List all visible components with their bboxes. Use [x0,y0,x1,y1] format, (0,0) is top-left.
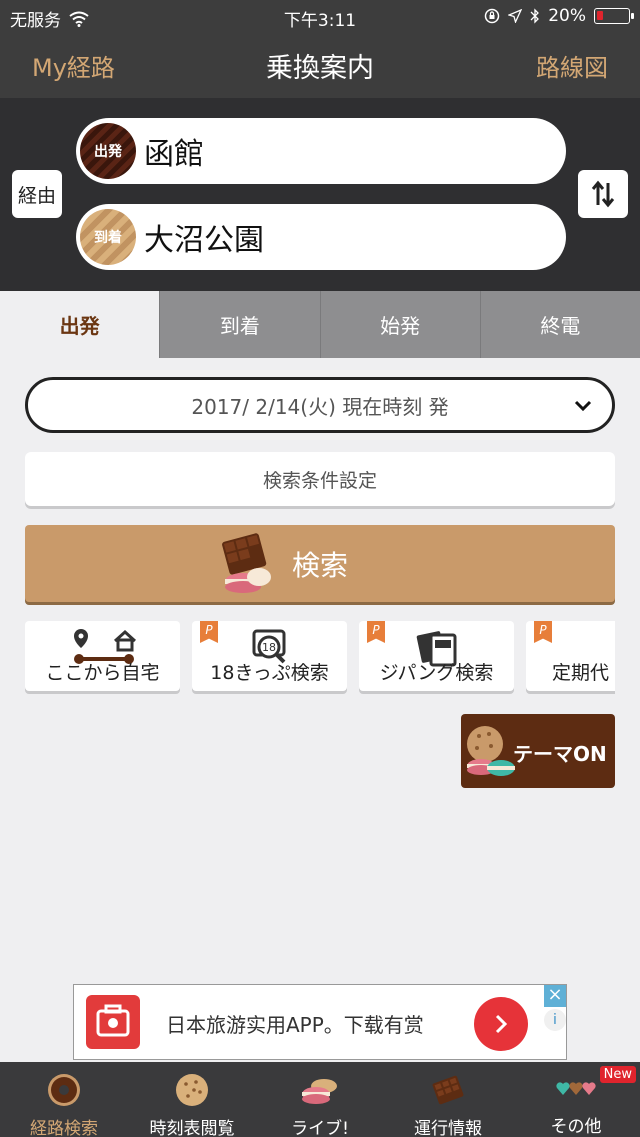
tabbar-label: 経路検索 [30,1119,98,1137]
location-icon [508,9,523,23]
chocolate-macaron-icon [222,533,271,593]
search-label: 検索 [291,548,348,582]
swap-stations-button[interactable] [578,170,628,218]
cookie-macaron-icon [467,726,515,776]
seishun18-search-tile[interactable]: P 18 18きっぷ検索 [192,621,347,691]
commuter-pass-label: 定期代 [552,662,610,684]
chevron-down-icon [574,400,592,412]
navigation-bar: My経路 乗換案内 路線図 [0,34,640,98]
search-conditions-button[interactable]: 検索条件設定 [25,452,615,506]
tabbar-label: 時刻表閲覧 [149,1119,235,1137]
ad-app-icon [86,995,140,1049]
arrival-badge: 到着 [80,209,136,265]
info-icon[interactable]: i [544,1009,566,1031]
time-mode-tabs: 出発 到着 始発 終電 [0,291,640,358]
tabbar-live[interactable]: ライブ! [256,1062,384,1137]
theme-toggle-button[interactable]: テーマON [461,714,615,788]
macaron-icon [300,1072,340,1108]
search-button[interactable]: 検索 [25,525,615,602]
tabbar-service-info[interactable]: 運行情報 [384,1062,512,1137]
date-time-selector[interactable]: 2017/ 2/14(火) 現在時刻 発 [25,377,615,433]
chevron-right-icon [495,1014,508,1034]
battery-percent: 20% [548,6,586,26]
route-map-button[interactable]: 路線図 [536,48,608,83]
swap-icon [591,180,615,208]
tab-departure[interactable]: 出発 [0,291,160,358]
donut-icon [46,1072,82,1108]
via-button[interactable]: 経由 [12,170,62,218]
ad-text: 日本旅游实用APP。下载有赏 [166,1013,424,1037]
premium-tag: P [367,621,385,643]
chocolate-bar-icon [430,1072,466,1108]
clock-text: 下午3:11 [283,11,357,31]
premium-tag: P [200,621,218,643]
theme-label: テーマON [513,742,607,766]
ad-banner[interactable]: 日本旅游实用APP。下载有赏 × i [73,984,567,1060]
tab-first-train[interactable]: 始発 [319,291,480,358]
close-icon[interactable]: × [544,985,566,1007]
zipangu-search-label: ジパング検索 [379,662,494,684]
zipangu-search-tile[interactable]: P ジパング検索 [359,621,514,691]
tab-last-train[interactable]: 終電 [479,291,640,358]
tabbar-label: 運行情報 [414,1119,482,1137]
tabbar-label: その他 [550,1117,602,1137]
bluetooth-icon [530,8,540,24]
premium-tag: P [534,621,552,643]
tabbar-timetable[interactable]: 時刻表閲覧 [128,1062,256,1137]
svg-text:18: 18 [262,641,276,654]
battery-icon [594,8,634,24]
cookie-icon [174,1072,210,1108]
tabbar-route-search[interactable]: 経路検索 [0,1062,128,1137]
departure-station-name: 函館 [144,137,204,172]
departure-station-field[interactable]: 出発 函館 [76,118,566,184]
tab-arrival[interactable]: 到着 [159,291,320,358]
home-route-tile[interactable]: ここから自宅 [25,621,180,691]
date-time-text: 2017/ 2/14(火) 現在時刻 発 [191,394,449,419]
status-bar: 无服务 下午3:11 20% [0,0,640,34]
station-panel: 経由 出発 函館 到着 大沼公園 [0,98,640,291]
tab-bar: 経路検索 時刻表閲覧 ライブ! 運行情報 New その他 [0,1062,640,1137]
seishun18-search-label: 18きっぷ検索 [210,662,329,684]
arrival-station-field[interactable]: 到着 大沼公園 [76,204,566,270]
home-route-label: ここから自宅 [45,662,160,684]
quick-actions: ここから自宅 P 18 18きっぷ検索 P ジパング検索 P 定期代 [25,621,615,695]
new-badge: New [599,1066,636,1083]
hearts-icon [556,1072,596,1106]
tabbar-label: ライブ! [291,1119,349,1137]
ad-open-button[interactable] [474,997,528,1051]
orientation-lock-icon [484,8,500,24]
arrival-station-name: 大沼公園 [144,223,264,258]
departure-badge: 出発 [80,123,136,179]
tabbar-other[interactable]: New その他 [512,1062,640,1137]
commuter-pass-tile[interactable]: P 定期代 [526,621,615,691]
